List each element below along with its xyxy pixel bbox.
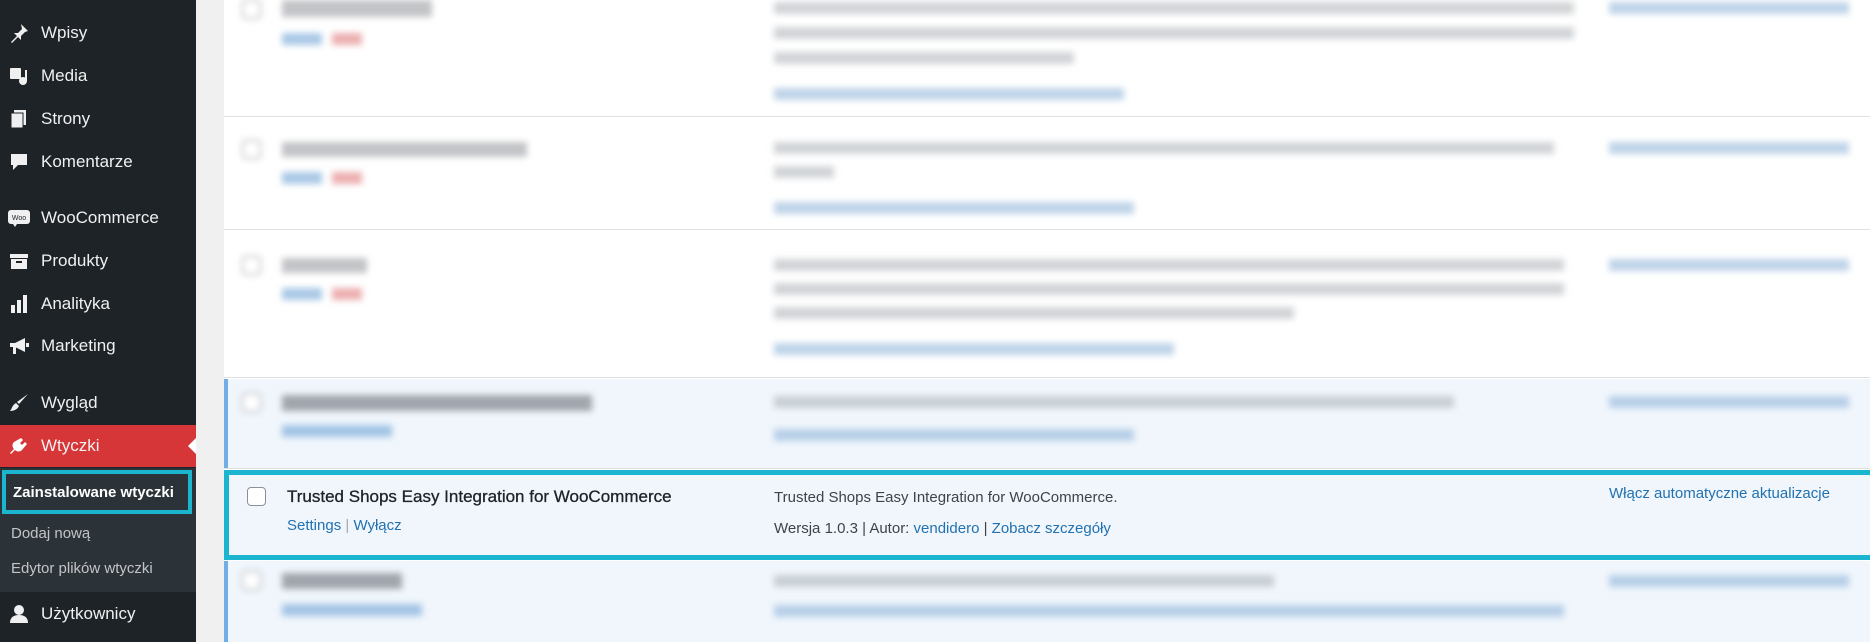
- submenu-plugin-file-editor[interactable]: Edytor plików wtyczki: [0, 551, 196, 585]
- action-link[interactable]: [282, 33, 322, 45]
- description-line: [774, 142, 1554, 154]
- menu-label: Użytkownicy: [41, 604, 136, 623]
- menu-label: Marketing: [41, 336, 116, 355]
- menu-item-products[interactable]: Produkty: [0, 240, 196, 282]
- svg-text:Woo: Woo: [12, 215, 26, 222]
- plugin-checkbox[interactable]: [247, 487, 266, 506]
- plugin-row: [224, 0, 1870, 117]
- plugin-actions: Settings | Wyłącz: [287, 517, 402, 534]
- plugin-checkbox[interactable]: [242, 140, 261, 159]
- auto-update-link[interactable]: [1609, 259, 1849, 271]
- description-line: [774, 283, 1564, 295]
- menu-label: Analityka: [41, 294, 110, 313]
- plugin-checkbox[interactable]: [242, 0, 261, 19]
- menu-item-comments[interactable]: Komentarze: [0, 141, 196, 183]
- meta-separator: |: [979, 520, 992, 537]
- menu-item-analytics[interactable]: Analityka: [0, 283, 196, 325]
- menu-label: Komentarze: [41, 152, 133, 171]
- auto-update-link[interactable]: [1609, 142, 1849, 154]
- plugin-name: [282, 142, 527, 157]
- plugin-name: [282, 573, 402, 589]
- auto-update-link[interactable]: [1609, 2, 1849, 14]
- menu-label: Wygląd: [41, 393, 98, 412]
- meta-line: [774, 343, 1174, 355]
- plugin-row: [224, 118, 1870, 230]
- deactivate-link[interactable]: Wyłącz: [353, 517, 401, 534]
- pin-icon: [6, 20, 32, 46]
- view-details-link[interactable]: Zobacz szczegóły: [992, 520, 1111, 537]
- menu-item-appearance[interactable]: Wygląd: [0, 382, 196, 424]
- enable-auto-updates-link[interactable]: Włącz automatyczne aktualizacje: [1609, 485, 1830, 502]
- auto-update-link[interactable]: [1609, 396, 1849, 408]
- action-link[interactable]: [282, 172, 322, 184]
- action-link[interactable]: [332, 288, 362, 300]
- meta-line: [774, 88, 1124, 100]
- action-link[interactable]: [282, 604, 422, 616]
- description-line: [774, 396, 1454, 408]
- plugin-checkbox[interactable]: [242, 256, 261, 275]
- products-icon: [6, 248, 32, 274]
- plugin-row: [224, 379, 1870, 469]
- description-line: [774, 307, 1294, 319]
- description-line: [774, 52, 1074, 64]
- brush-icon: [6, 390, 32, 416]
- action-link[interactable]: [332, 33, 362, 45]
- auto-update-link[interactable]: [1609, 575, 1849, 587]
- plugin-checkbox[interactable]: [242, 571, 261, 590]
- menu-item-posts[interactable]: Wpisy: [0, 12, 196, 54]
- action-link[interactable]: [332, 172, 362, 184]
- plugin-row-trusted-shops: Trusted Shops Easy Integration for WooCo…: [224, 470, 1870, 560]
- menu-label: Media: [41, 66, 88, 85]
- plugin-row: [224, 231, 1870, 378]
- user-icon: [6, 601, 32, 627]
- menu-label: Wpisy: [41, 23, 88, 42]
- action-link[interactable]: [282, 425, 392, 437]
- version-author-text: Wersja 1.0.3 | Autor:: [774, 520, 914, 537]
- menu-item-marketing[interactable]: Marketing: [0, 325, 196, 367]
- menu-label: Strony: [41, 109, 91, 128]
- plugin-name: Trusted Shops Easy Integration for WooCo…: [287, 487, 672, 506]
- menu-item-users[interactable]: Użytkownicy: [0, 593, 196, 635]
- submenu-installed-plugins[interactable]: Zainstalowane wtyczki: [2, 470, 192, 514]
- menu-item-woocommerce[interactable]: Woo WooCommerce: [0, 197, 196, 239]
- description-line: [774, 2, 1574, 14]
- menu-item-plugins[interactable]: Wtyczki: [0, 425, 196, 467]
- plugin-checkbox[interactable]: [242, 393, 261, 412]
- meta-line: [774, 202, 1134, 214]
- plugin-description: Trusted Shops Easy Integration for WooCo…: [774, 489, 1118, 506]
- pages-icon: [6, 106, 32, 132]
- plugins-submenu: Zainstalowane wtyczki Dodaj nową Edytor …: [0, 468, 196, 592]
- action-link[interactable]: [282, 288, 322, 300]
- media-icon: [6, 63, 32, 89]
- description-line: [774, 27, 1574, 39]
- woocommerce-icon: Woo: [6, 205, 32, 231]
- meta-line: [774, 605, 1564, 617]
- plugin-name: [282, 258, 367, 273]
- submenu-add-new[interactable]: Dodaj nową: [0, 516, 196, 550]
- admin-sidebar: Wpisy Media Strony Komentarze Woo WooCom…: [0, 0, 196, 642]
- menu-label: Produkty: [41, 251, 109, 270]
- settings-link[interactable]: Settings: [287, 517, 341, 534]
- plugin-name: [282, 0, 432, 17]
- comments-icon: [6, 149, 32, 175]
- description-line: [774, 166, 834, 178]
- menu-item-pages[interactable]: Strony: [0, 98, 196, 140]
- plugin-meta: Wersja 1.0.3 | Autor: vendidero | Zobacz…: [774, 520, 1111, 537]
- description-line: [774, 575, 1274, 587]
- plugin-name: [282, 395, 592, 411]
- menu-label: WooCommerce: [41, 208, 159, 227]
- analytics-icon: [6, 291, 32, 317]
- description-line: [774, 259, 1564, 271]
- author-link[interactable]: vendidero: [914, 520, 980, 537]
- plugin-row: [224, 561, 1870, 642]
- megaphone-icon: [6, 333, 32, 359]
- menu-label: Wtyczki: [41, 436, 100, 455]
- action-separator: |: [345, 517, 350, 534]
- meta-line: [774, 429, 1134, 441]
- menu-item-media[interactable]: Media: [0, 55, 196, 97]
- plugin-icon: [6, 433, 32, 459]
